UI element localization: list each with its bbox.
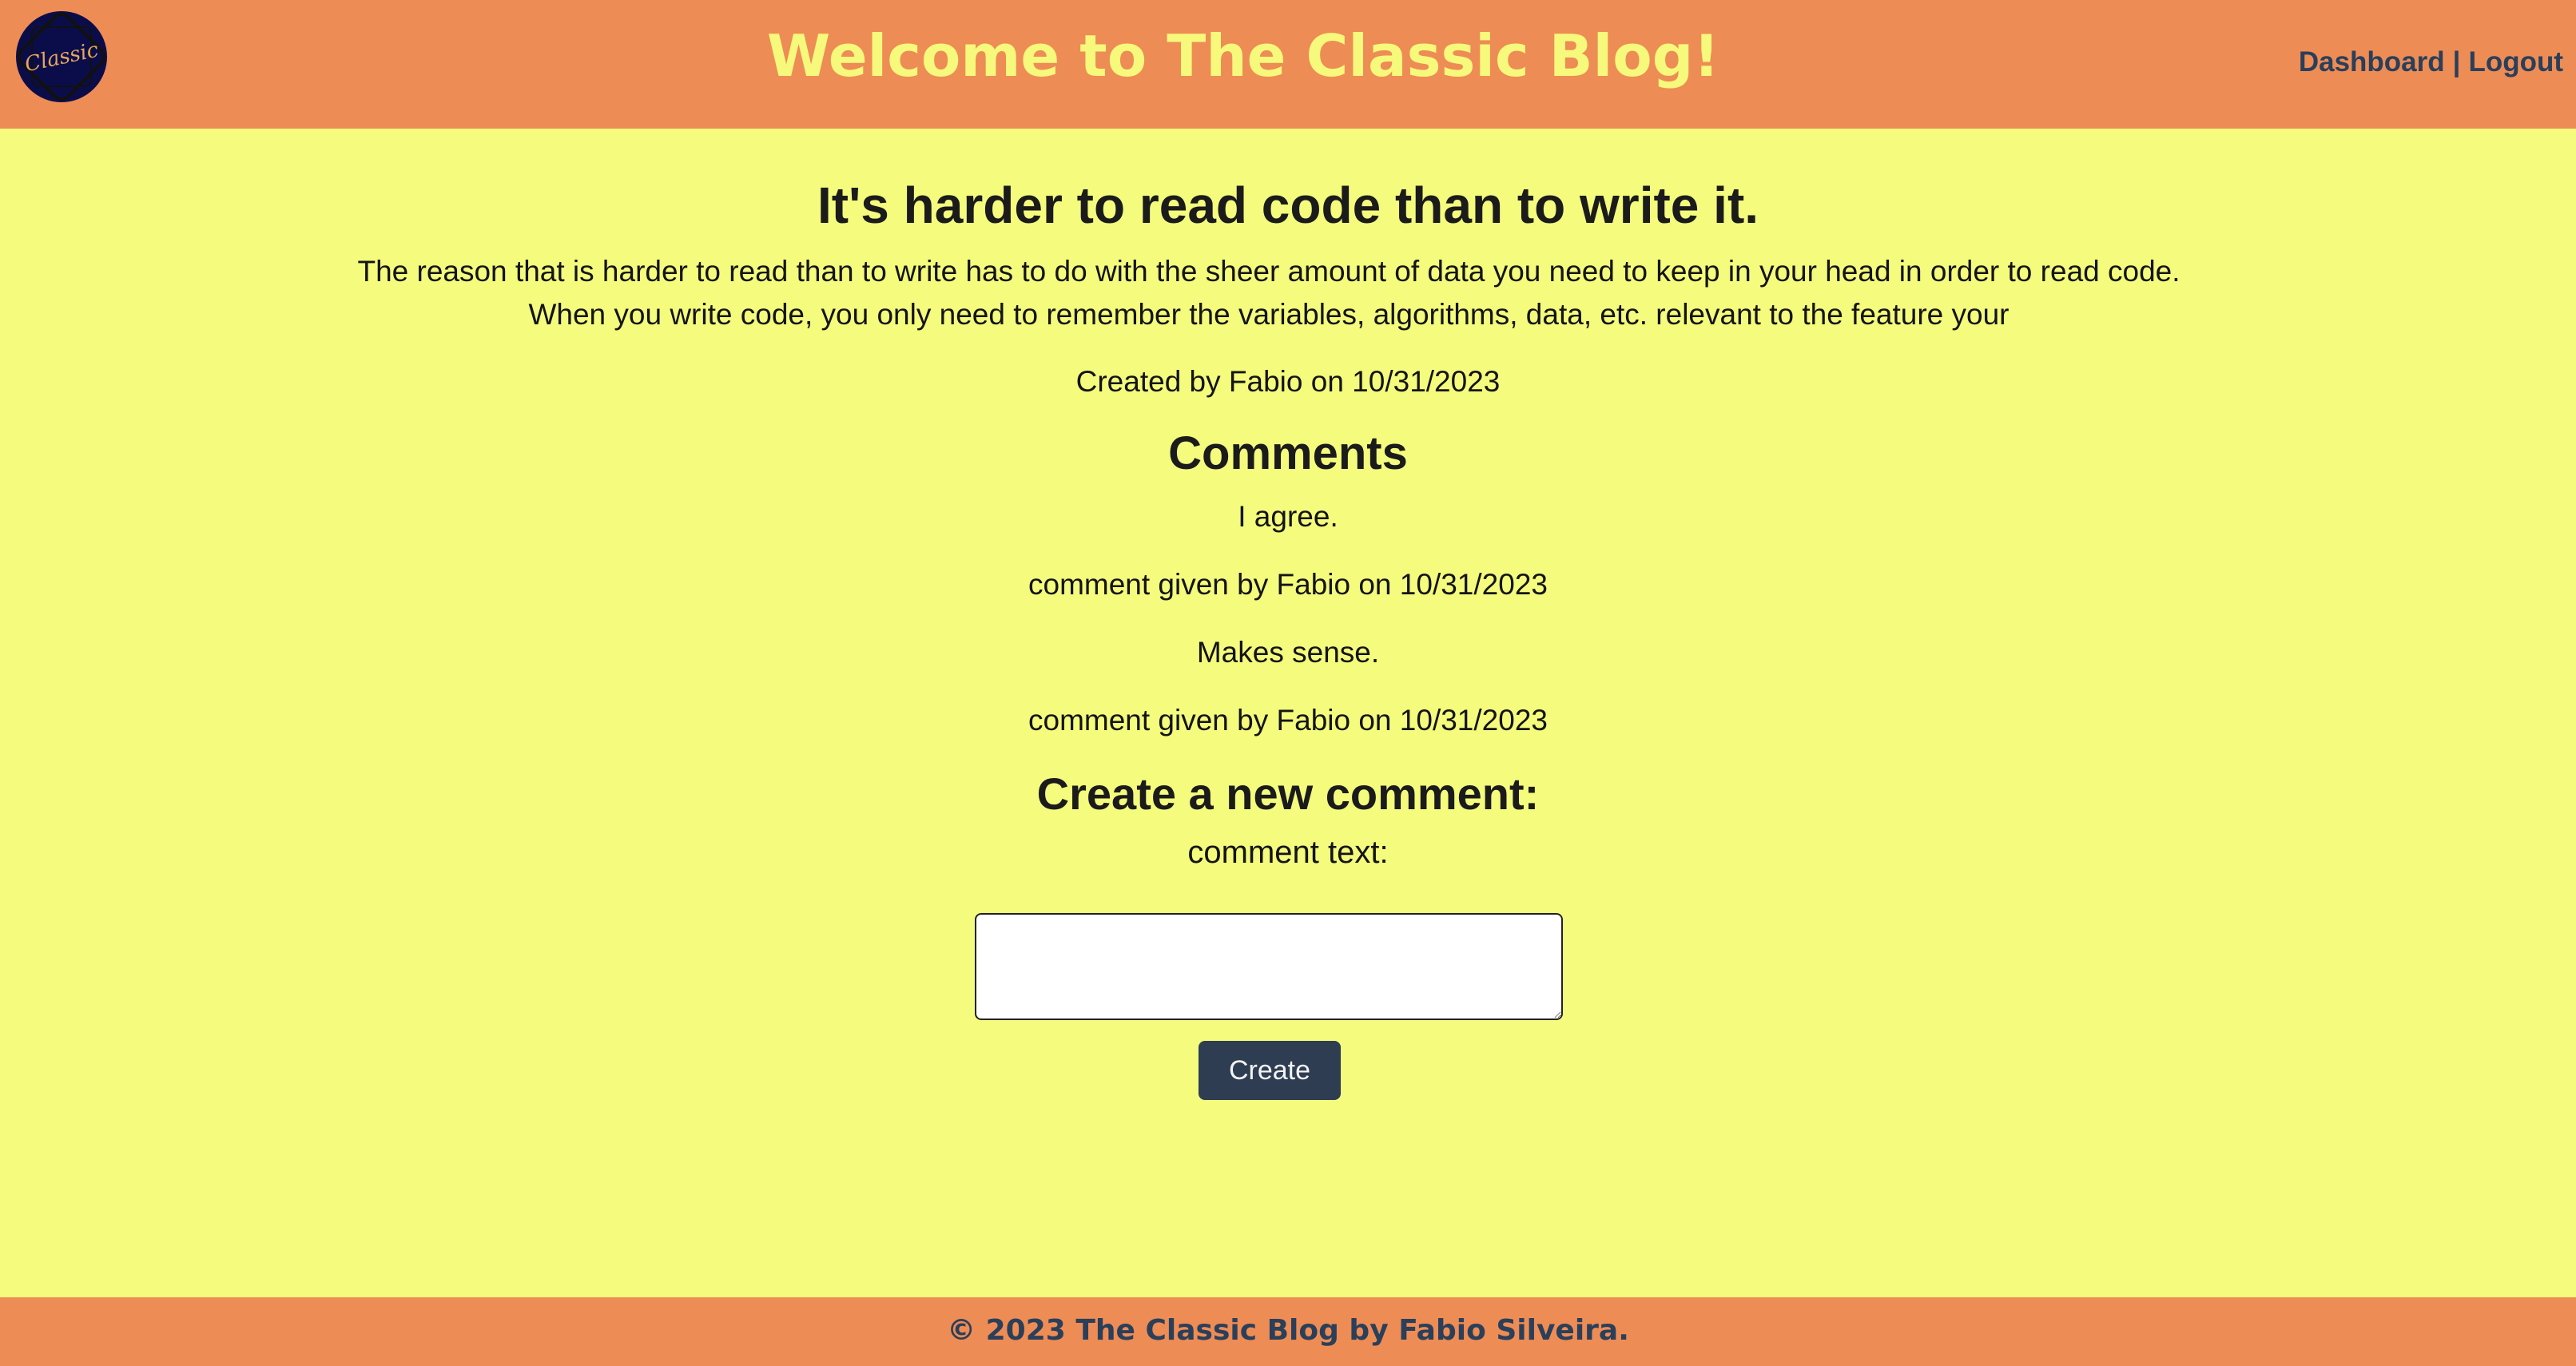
comment-text-input[interactable] (975, 913, 1563, 1020)
post-meta: Created by Fabio on 10/31/2023 (1075, 365, 1501, 398)
post-title: It's harder to read code than to write i… (817, 177, 1759, 234)
footer-copyright: © 2023 The Classic Blog by Fabio Silveir… (947, 1314, 1629, 1347)
comments-heading: Comments (1168, 427, 1408, 479)
header-nav: Dashboard | Logout (2299, 40, 2563, 85)
dashboard-link[interactable]: Dashboard (2299, 46, 2445, 77)
comment-text-label: comment text: (1187, 835, 1389, 870)
logout-link[interactable]: Logout (2468, 46, 2563, 77)
post-body: The reason that is harder to read than t… (357, 255, 2180, 331)
create-comment-button[interactable]: Create (1199, 1041, 1341, 1100)
new-comment-heading: Create a new comment: (1036, 768, 1540, 819)
nav-separator: | (2452, 46, 2461, 77)
site-header: Classic Welcome to The Classic Blog! Das… (0, 0, 2576, 129)
comment-meta: comment given by Fabio on 10/31/2023 (1028, 704, 1548, 737)
site-title: Welcome to The Classic Blog! (766, 22, 1720, 89)
comment-text: Makes sense. (1196, 636, 1380, 669)
comment-text: I agree. (1238, 500, 1338, 533)
comment-meta: comment given by Fabio on 10/31/2023 (1028, 568, 1548, 601)
site-footer: © 2023 The Classic Blog by Fabio Silveir… (0, 1297, 2576, 1366)
